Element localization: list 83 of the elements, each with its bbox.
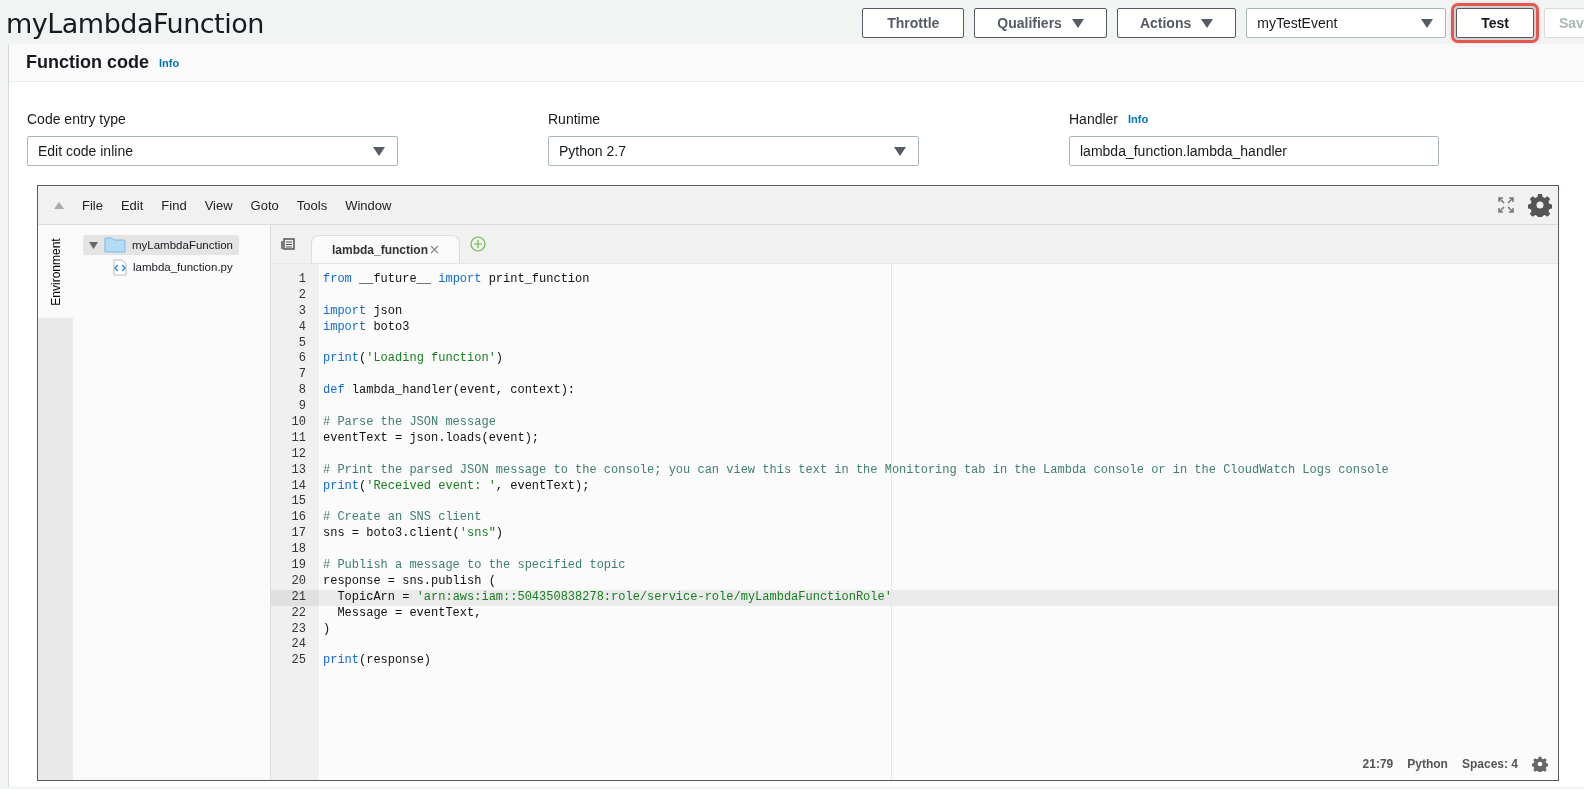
line-number: 25 (290, 653, 307, 670)
caret-icon (373, 146, 385, 156)
menu-button[interactable]: Actions (1116, 8, 1237, 38)
menu-item[interactable]: Goto (250, 197, 279, 213)
code-file-icon (113, 258, 127, 276)
field-label: Handler (1069, 111, 1119, 127)
code-line: import boto3 (322, 319, 411, 336)
code-line: eventText = json.loads(event); (322, 430, 541, 447)
line-number: 17 (290, 526, 307, 543)
line-number: 10 (290, 415, 307, 431)
menu-item[interactable]: View (204, 197, 233, 213)
code-line: sns = boto3.client('sns") (322, 526, 505, 543)
settings-icon[interactable] (1532, 756, 1548, 772)
caret-icon (1421, 18, 1434, 28)
code-line: Message = eventText, (336, 605, 483, 622)
info-link[interactable]: Info (1128, 113, 1149, 125)
code-line: # Print the parsed JSON message to the console; you can view this text in the Monitoring tab in the Lambda console or in the CloudWatch Logs console (322, 462, 1390, 479)
field-label: Runtime (548, 111, 601, 127)
line-number: 14 (290, 478, 307, 495)
close-icon[interactable] (430, 245, 439, 254)
document-list-icon[interactable] (281, 238, 295, 250)
tree-item[interactable]: lambda_function.py (107, 257, 239, 277)
fullscreen-icon[interactable] (1498, 197, 1514, 213)
test-event-select[interactable]: myTestEvent (1246, 8, 1447, 38)
header-button[interactable]: Throttle (862, 8, 965, 38)
caret-icon (894, 146, 906, 156)
line-number: 9 (297, 399, 307, 415)
field-label: Code entry type (27, 111, 126, 127)
code-line: print('Received event: ', eventText); (322, 478, 591, 495)
code-line: print('Loading function') (322, 351, 505, 368)
cursor-position: 21:79 (1362, 757, 1394, 771)
folder-icon (104, 237, 126, 253)
line-number: 7 (297, 367, 307, 384)
line-number: 11 (290, 430, 307, 447)
code-line: import json (322, 303, 404, 320)
menu-item[interactable]: Tools (296, 197, 328, 213)
page-title: myLambdaFunction (6, 7, 265, 39)
language-mode[interactable]: Python (1407, 757, 1448, 771)
indent-setting[interactable]: Spaces: 4 (1461, 757, 1518, 771)
line-number: 23 (290, 621, 307, 638)
line-number: 8 (297, 383, 307, 400)
line-number: 21 (271, 589, 319, 606)
code-line: from __future__ import print_function (322, 272, 591, 288)
menu-item[interactable]: Edit (120, 197, 144, 213)
environment-tab[interactable]: Environment (38, 225, 73, 318)
input-field[interactable]: lambda_function.lambda_handler (1069, 136, 1439, 166)
menu-item[interactable]: File (82, 197, 103, 213)
info-link[interactable]: Info (159, 56, 180, 69)
caret-icon (1201, 18, 1214, 28)
code-line: ) (322, 621, 332, 638)
line-number: 18 (290, 542, 307, 559)
line-number: 4 (297, 319, 307, 336)
line-number: 6 (297, 351, 307, 368)
menu-item[interactable]: Window (345, 197, 392, 213)
line-number: 20 (290, 573, 307, 590)
line-number: 12 (290, 446, 307, 463)
code-line: print(response) (322, 653, 433, 670)
select-field[interactable]: Edit code inline (27, 136, 398, 166)
expand-icon[interactable] (89, 240, 98, 250)
file-tab[interactable]: lambda_function (311, 235, 460, 263)
line-number: 5 (297, 335, 307, 352)
menu-item[interactable]: Find (161, 197, 187, 213)
code-line: # Create an SNS client (322, 510, 483, 527)
menu-button[interactable]: Qualifiers (974, 8, 1107, 38)
tree-item[interactable]: myLambdaFunction (83, 235, 239, 255)
line-number: 15 (290, 494, 307, 511)
code-line: TopicArn = 'arn:aws:iam::504350838278:role/service-role/myLambdaFunctionRole' (336, 589, 893, 606)
line-number: 16 (290, 510, 307, 527)
settings-icon[interactable] (1528, 193, 1552, 217)
line-number: 3 (297, 303, 307, 320)
code-line: def lambda_handler(event, context): (322, 383, 577, 400)
caret-icon (1071, 18, 1084, 28)
line-number: 2 (297, 287, 307, 304)
code-line: # Publish a message to the specified topic (322, 558, 627, 574)
line-number: 19 (290, 558, 307, 574)
line-number: 1 (297, 272, 307, 288)
section-title: Function code (26, 52, 149, 73)
code-line: response = sns.publish ( (322, 573, 497, 590)
line-number: 24 (290, 637, 307, 654)
line-number: 13 (290, 462, 307, 479)
code-line: # Parse the JSON message (322, 415, 497, 431)
line-number: 22 (290, 605, 307, 622)
select-field[interactable]: Python 2.7 (548, 136, 919, 166)
